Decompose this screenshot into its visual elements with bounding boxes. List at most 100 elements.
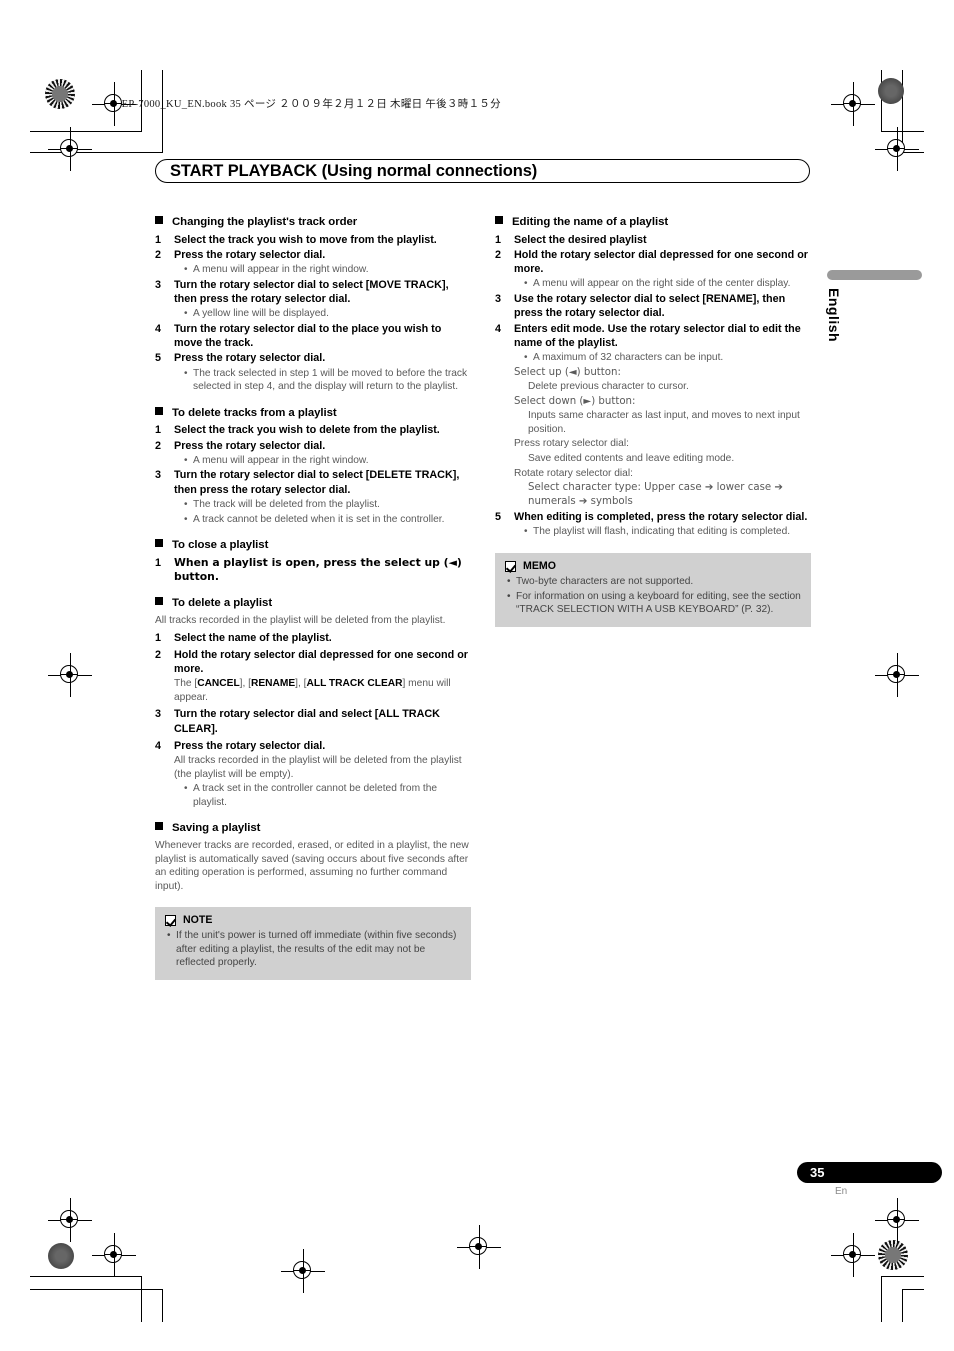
note-text: A maximum of 32 characters can be input. xyxy=(533,352,724,363)
page-language-code: En xyxy=(835,1186,848,1197)
note-text: The playlist will flash, indicating that… xyxy=(533,526,791,538)
step-item: 4 Turn the rotary selector dial to the p… xyxy=(155,322,471,351)
menu-item-cancel: CANCEL xyxy=(197,678,240,690)
note-callout-header: NOTE xyxy=(165,914,461,926)
bullet-square-icon xyxy=(155,822,163,831)
step-text: Turn the rotary selector dial to the pla… xyxy=(174,322,442,350)
step-item: 1 Select the track you wish to delete fr… xyxy=(155,423,471,437)
step-item: 2 Press the rotary selector dial. xyxy=(155,439,471,453)
dial-help-desc: Inputs same character as last input, and… xyxy=(528,410,800,435)
step-number: 2 xyxy=(155,439,162,452)
bullet-dot-icon: • xyxy=(167,930,171,942)
note-text: A track cannot be deleted when it is set… xyxy=(193,513,445,525)
step-number: 2 xyxy=(495,248,502,261)
step-number: 2 xyxy=(155,648,162,661)
step-item: 4 Enters edit mode. Use the rotary selec… xyxy=(495,322,811,351)
dial-help-label: Press rotary selector dial: xyxy=(514,438,629,450)
step-number: 4 xyxy=(155,739,162,752)
step-item: 1 Select the name of the playlist. xyxy=(155,631,471,645)
language-tab-bar xyxy=(827,270,922,280)
step-item: 3 Turn the rotary selector dial to selec… xyxy=(155,468,471,497)
step-text: Select the desired playlist xyxy=(514,233,647,246)
print-color-target xyxy=(45,79,75,109)
step-number: 2 xyxy=(155,248,162,261)
memo-callout-header: MEMO xyxy=(505,560,801,572)
section-heading: To delete tracks from a playlist xyxy=(155,406,471,421)
step-number: 3 xyxy=(155,278,162,291)
registration-mark xyxy=(48,127,92,171)
step-text: Press the rotary selector dial. xyxy=(174,439,326,452)
section-heading: To close a playlist xyxy=(155,539,471,553)
section-delete-tracks: To delete tracks from a playlist 1 Selec… xyxy=(155,406,471,527)
page-number-banner: 35 xyxy=(797,1162,942,1183)
step-item: 1 Select the track you wish to move from… xyxy=(155,233,471,247)
step-number: 4 xyxy=(495,322,502,335)
step-number: 3 xyxy=(495,293,502,305)
bullet-dot-icon: • xyxy=(184,367,188,379)
bullet-dot-icon: • xyxy=(184,498,188,510)
crop-line xyxy=(902,1289,924,1290)
bullet-square-icon xyxy=(155,406,163,415)
section-saving-playlist: Saving a playlist Whenever tracks are re… xyxy=(155,822,471,893)
step-number: 1 xyxy=(155,556,162,569)
memo-callout: MEMO • Two-byte characters are not suppo… xyxy=(495,553,811,627)
note-text: The track will be deleted from the playl… xyxy=(193,498,380,510)
print-color-target xyxy=(878,78,904,104)
step-text: When a playlist is open, press the selec… xyxy=(174,555,462,583)
bullet-dot-icon: • xyxy=(184,264,188,276)
section-heading: Changing the playlist's track order xyxy=(155,216,471,230)
step-text: Select the track you wish to delete from… xyxy=(174,424,440,437)
dial-help-desc: Save edited contents and leave editing m… xyxy=(528,452,735,464)
note-bullet: • The track will be deleted from the pla… xyxy=(184,498,471,512)
step-item: 2 Hold the rotary selector dial depresse… xyxy=(155,648,471,677)
note-text: A menu will appear on the right side of … xyxy=(533,278,791,290)
crop-line xyxy=(30,1276,142,1277)
bullet-dot-icon: • xyxy=(507,576,511,587)
step-number: 4 xyxy=(155,322,162,335)
right-column: Editing the name of a playlist 1 Select … xyxy=(495,216,811,627)
section-heading: To delete a playlist xyxy=(155,597,471,611)
note-bullet: • A track set in the controller cannot b… xyxy=(184,782,471,809)
page-number: 35 xyxy=(810,1165,825,1180)
bullet-dot-icon: • xyxy=(184,454,188,466)
bullet-dot-icon: • xyxy=(524,352,528,363)
step-text: Select the track you wish to move from t… xyxy=(174,233,437,246)
section-close-playlist: To close a playlist 1 When a playlist is… xyxy=(155,539,471,584)
registration-mark xyxy=(875,127,919,171)
section-editing-playlist-name: Editing the name of a playlist 1 Select … xyxy=(495,216,811,539)
step-item: 3 Turn the rotary selector dial to selec… xyxy=(155,278,471,307)
language-tab-label: English xyxy=(826,288,842,343)
registration-mark xyxy=(281,1249,325,1293)
note-text: If the unit's power is turned off immedi… xyxy=(176,930,457,969)
bullet-dot-icon: • xyxy=(524,278,528,290)
registration-mark xyxy=(831,1233,875,1277)
step-item: 1 Select the desired playlist xyxy=(495,233,811,247)
memo-bullet: • For information on using a keyboard fo… xyxy=(507,590,801,617)
note-bullet: • A track cannot be deleted when it is s… xyxy=(184,513,471,527)
step-number: 1 xyxy=(155,631,162,644)
step-text: Turn the rotary selector dial to select … xyxy=(174,278,449,305)
bullet-square-icon xyxy=(495,216,503,224)
bullet-dot-icon: • xyxy=(524,526,528,538)
crop-line xyxy=(141,1276,142,1322)
step-text: Press the rotary selector dial. xyxy=(174,352,326,365)
dial-help-label: Select up (◄) button: xyxy=(514,366,621,378)
dial-help-label: Select down (►) button: xyxy=(514,395,636,407)
step-item: 2 Press the rotary selector dial. xyxy=(155,248,471,262)
step-text: Turn the rotary selector dial and select… xyxy=(174,708,440,735)
bullet-square-icon xyxy=(155,216,163,224)
step-number: 3 xyxy=(155,708,162,721)
registration-mark xyxy=(875,653,919,697)
section-body-text: Whenever tracks are recorded, erased, or… xyxy=(155,840,469,892)
section-heading-label: To close a playlist xyxy=(172,539,269,552)
bullet-square-icon xyxy=(155,597,163,606)
step-result-text: All tracks recorded in the playlist will… xyxy=(174,755,462,780)
crop-line xyxy=(162,70,163,153)
note-bullet: • A yellow line will be displayed. xyxy=(184,307,471,321)
print-color-target xyxy=(48,1243,74,1269)
dial-help-label: Rotate rotary selector dial: xyxy=(514,467,633,479)
step-item: 3 Use the rotary selector dial to select… xyxy=(495,292,811,321)
crop-line xyxy=(902,1289,903,1322)
dial-help-desc: Select character type: Upper case ➔ lowe… xyxy=(528,482,783,507)
section-heading: Saving a playlist xyxy=(155,822,471,836)
